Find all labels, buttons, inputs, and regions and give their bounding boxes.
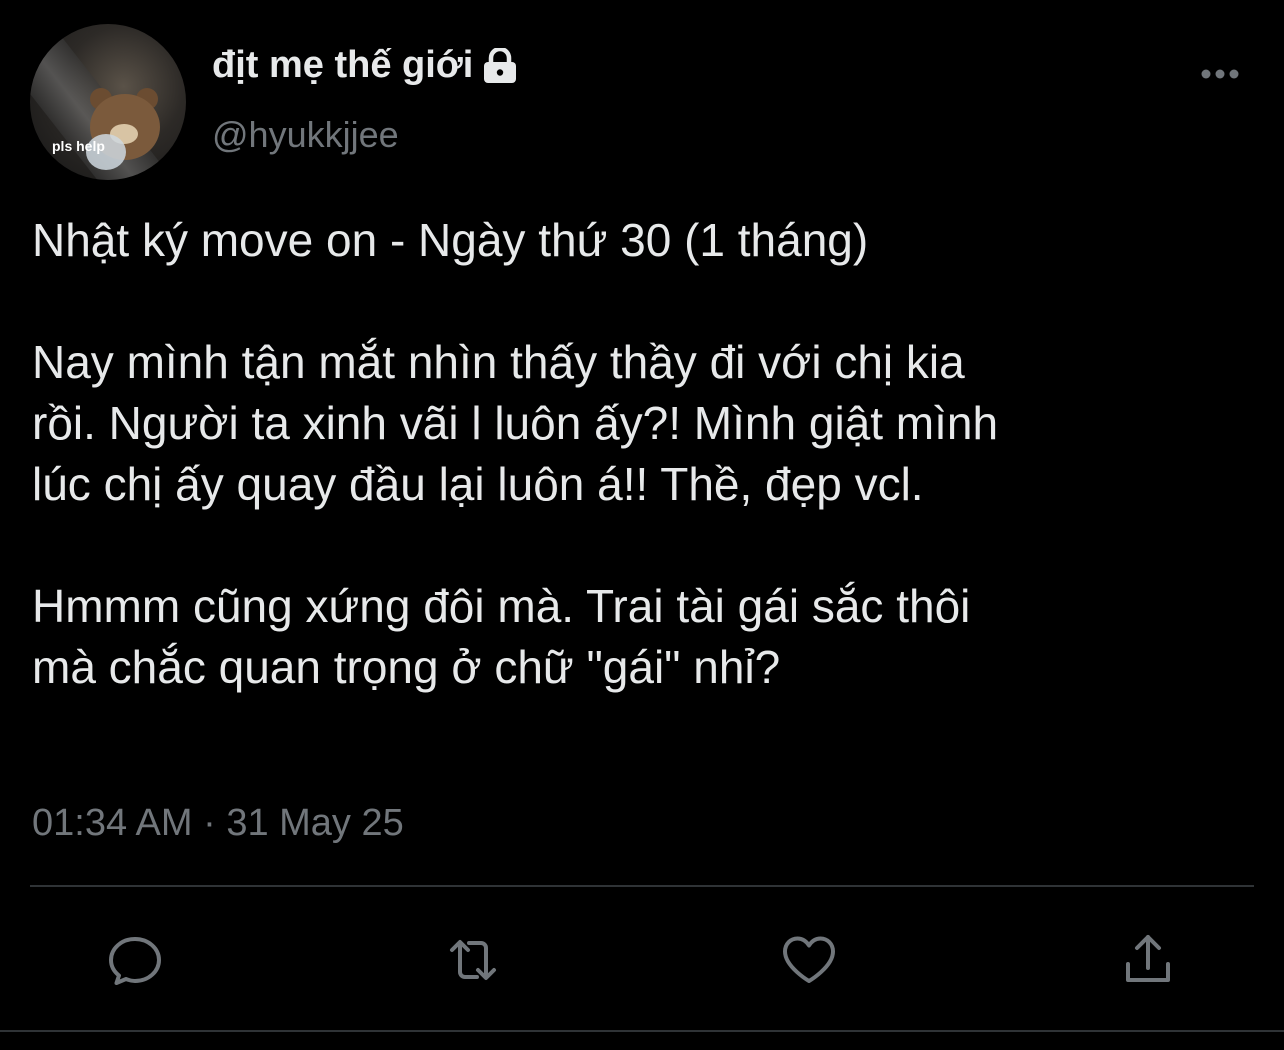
author-display-name[interactable]: địt mẹ thế giới [212, 44, 473, 87]
tweet-line: lúc chị ấy quay đầu lại luôn á!! Thề, đẹ… [32, 458, 924, 510]
avatar-caption: pls help [52, 138, 105, 154]
avatar[interactable]: pls help [30, 24, 186, 180]
tweet-line: mà chắc quan trọng ở chữ "gái" nhỉ? [32, 641, 781, 693]
reply-icon [109, 937, 161, 985]
author-handle[interactable]: @hyukkjjee [212, 114, 399, 156]
tweet-line: rồi. Người ta xinh vãi l luôn ấy?! Mình … [32, 397, 999, 449]
divider [30, 885, 1254, 887]
lock-icon [481, 46, 519, 84]
tweet-line: Hmmm cũng xứng đôi mà. Trai tài gái sắc … [32, 580, 971, 632]
tweet-line: Nay mình tận mắt nhìn thấy thầy đi với c… [32, 336, 965, 388]
share-icon [1126, 935, 1170, 982]
reply-button[interactable] [103, 928, 167, 992]
share-button[interactable] [1116, 928, 1180, 992]
bottom-divider [0, 1030, 1284, 1032]
heart-icon [783, 936, 835, 983]
tweet-timestamp[interactable]: 01:34 AM · 31 May 25 [32, 802, 404, 845]
more-options-icon[interactable] [1196, 58, 1244, 90]
tweet-line: Nhật ký move on - Ngày thứ 30 (1 tháng) [32, 214, 869, 266]
retweet-button[interactable] [441, 928, 505, 992]
retweet-icon [450, 940, 496, 980]
tweet-text: Nhật ký move on - Ngày thứ 30 (1 tháng) … [32, 210, 1272, 698]
like-button[interactable] [777, 928, 841, 992]
author-display-name-row[interactable]: địt mẹ thế giới [212, 44, 519, 87]
